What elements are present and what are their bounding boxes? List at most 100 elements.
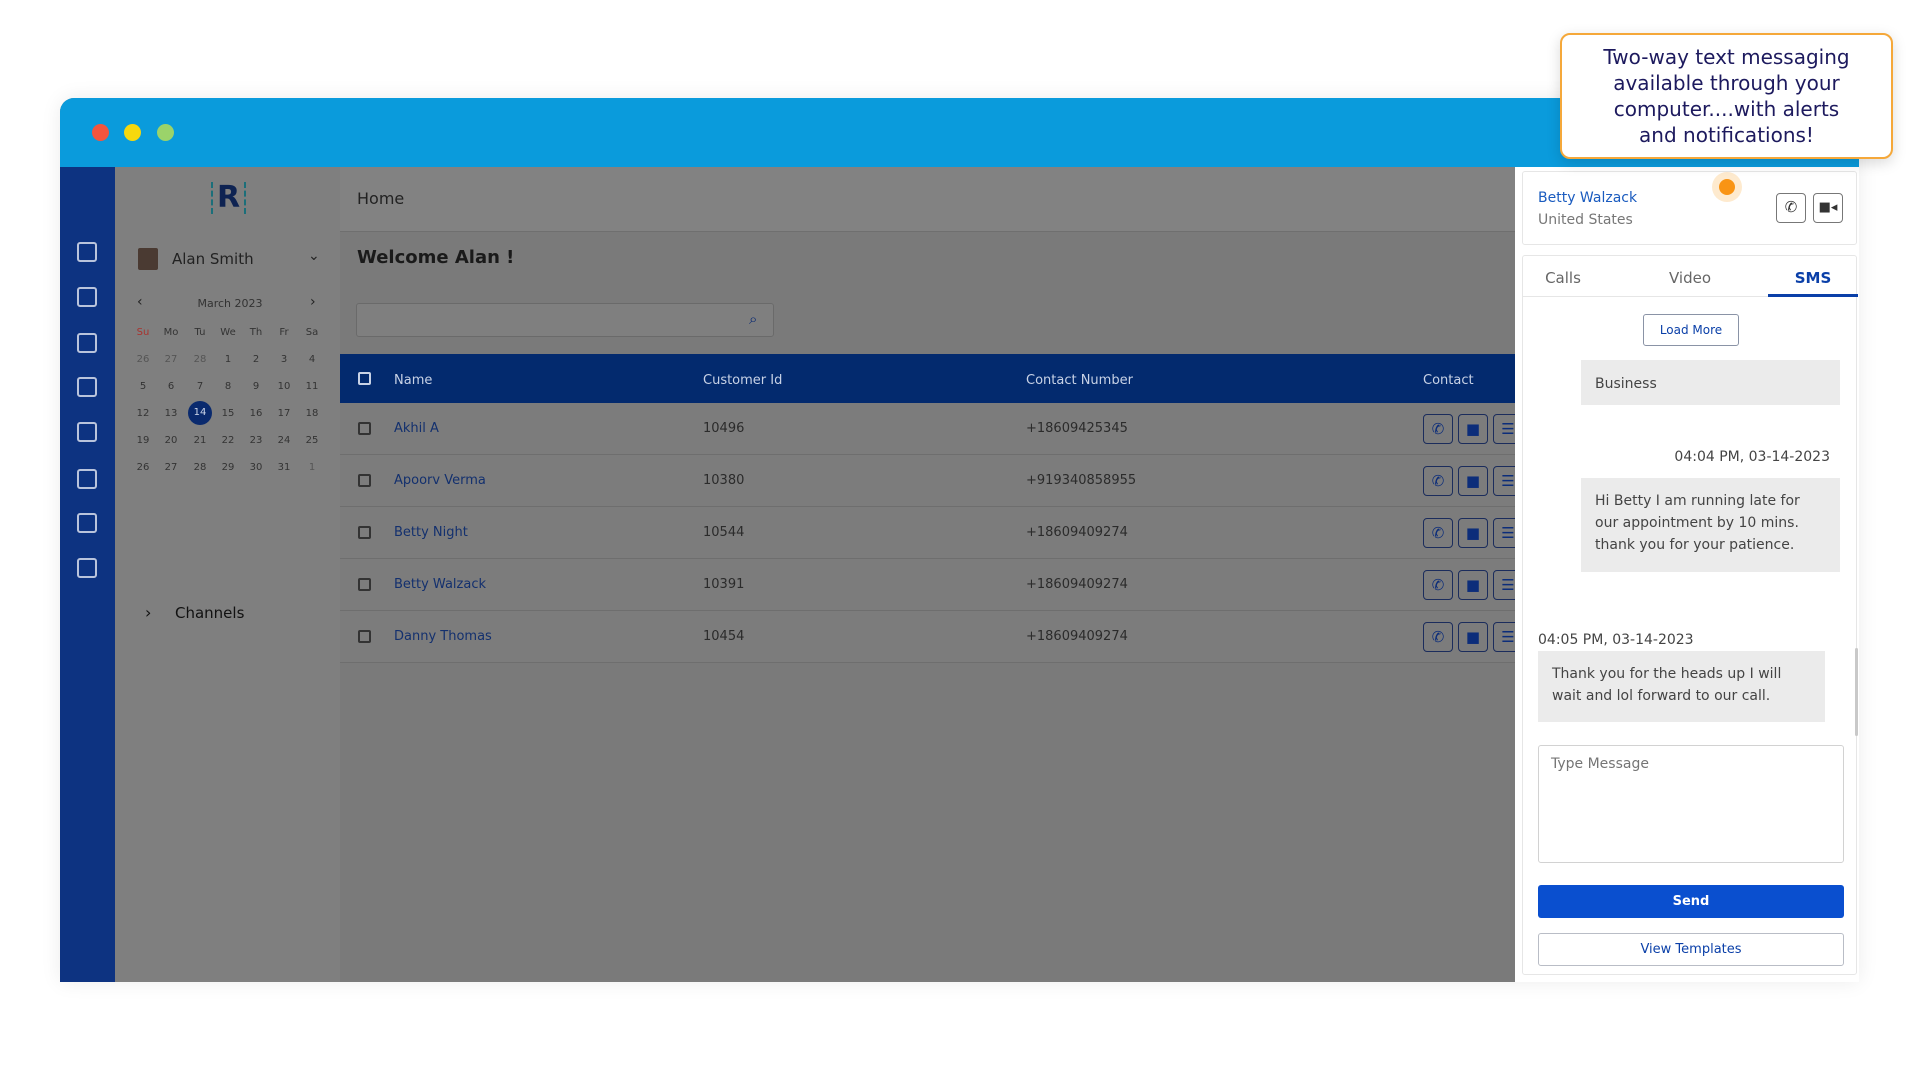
calendar-day[interactable]: 12 xyxy=(131,408,155,419)
row-checkbox[interactable] xyxy=(358,526,371,539)
calendar-check-icon[interactable] xyxy=(77,287,97,307)
calendar-day[interactable]: 21 xyxy=(188,435,212,446)
column-customer-id[interactable]: Customer Id xyxy=(703,373,782,388)
calendar-day[interactable]: 20 xyxy=(159,435,183,446)
reports-icon[interactable] xyxy=(77,558,97,578)
calendar-day[interactable]: 1 xyxy=(216,354,240,365)
video-call-button[interactable]: ■◂ xyxy=(1813,193,1843,223)
settings-icon[interactable] xyxy=(77,513,97,533)
calendar-day[interactable]: 23 xyxy=(244,435,268,446)
calendar-day[interactable]: 27 xyxy=(159,354,183,365)
video-icon: ■◂ xyxy=(1818,200,1838,215)
video-call-button[interactable]: ■ xyxy=(1458,622,1488,652)
call-button[interactable]: ✆ xyxy=(1776,193,1806,223)
view-templates-button[interactable]: View Templates xyxy=(1538,933,1844,966)
message-bubble-outgoing: Hi Betty I am running late for our appoi… xyxy=(1581,478,1840,572)
customer-name-link[interactable]: Apoorv Verma xyxy=(394,473,486,488)
column-contact-number[interactable]: Contact Number xyxy=(1026,373,1133,388)
calendar-day[interactable]: 13 xyxy=(159,408,183,419)
weekday-label: Mo xyxy=(163,327,179,338)
prev-month-button[interactable]: ‹ xyxy=(137,294,143,310)
customer-name-link[interactable]: Betty Walzack xyxy=(394,577,486,592)
calendar-day[interactable]: 14 xyxy=(188,401,212,425)
calendar-day[interactable]: 9 xyxy=(244,381,268,392)
call-button[interactable]: ✆ xyxy=(1423,518,1453,548)
calendar-day[interactable]: 1 xyxy=(300,462,324,473)
calendar-day[interactable]: 2 xyxy=(244,354,268,365)
call-button[interactable]: ✆ xyxy=(1423,466,1453,496)
row-checkbox[interactable] xyxy=(358,474,371,487)
calendar-day[interactable]: 31 xyxy=(272,462,296,473)
video-call-button[interactable]: ■ xyxy=(1458,466,1488,496)
row-checkbox[interactable] xyxy=(358,630,371,643)
customer-name-link[interactable]: Akhil A xyxy=(394,421,439,436)
tab-calls[interactable]: Calls xyxy=(1513,269,1613,287)
table-header: Name Customer Id Contact Number Contact xyxy=(340,354,1515,403)
user-selector[interactable]: Alan Smith ⌄ xyxy=(130,242,325,274)
customer-id: 10391 xyxy=(703,577,745,592)
calendar-day[interactable]: 17 xyxy=(272,408,296,419)
search-icon[interactable]: ⌕ xyxy=(749,310,757,328)
calendar-day[interactable]: 22 xyxy=(216,435,240,446)
calendar-day[interactable]: 11 xyxy=(300,381,324,392)
call-button[interactable]: ✆ xyxy=(1423,414,1453,444)
dashboard-icon[interactable] xyxy=(77,242,97,262)
close-window-button[interactable] xyxy=(92,124,109,141)
calendar-day[interactable]: 15 xyxy=(216,408,240,419)
tab-sms[interactable]: SMS xyxy=(1768,269,1858,297)
calendar-month: March 2023 xyxy=(197,297,263,310)
avatar xyxy=(138,248,158,270)
contact-number: +18609409274 xyxy=(1026,629,1128,644)
calendar-day[interactable]: 25 xyxy=(300,435,324,446)
calendar-day[interactable]: 4 xyxy=(300,354,324,365)
message-input[interactable] xyxy=(1538,745,1844,863)
calendar-day[interactable]: 8 xyxy=(216,381,240,392)
customer-name-link[interactable]: Betty Night xyxy=(394,525,468,540)
calendar-day[interactable]: 27 xyxy=(159,462,183,473)
call-icon: ✆ xyxy=(1431,576,1445,594)
send-button[interactable]: Send xyxy=(1538,885,1844,918)
user-settings-icon[interactable] xyxy=(77,469,97,489)
calendar-day[interactable]: 30 xyxy=(244,462,268,473)
calendar-day[interactable]: 26 xyxy=(131,462,155,473)
calendar-day[interactable]: 18 xyxy=(300,408,324,419)
video-call-button[interactable]: ■ xyxy=(1458,518,1488,548)
customer-name-link[interactable]: Danny Thomas xyxy=(394,629,492,644)
chevron-right-icon[interactable]: › xyxy=(145,603,151,622)
select-all-checkbox[interactable] xyxy=(358,372,371,385)
calendar-day[interactable]: 29 xyxy=(216,462,240,473)
call-button[interactable]: ✆ xyxy=(1423,570,1453,600)
clipboard-check-icon[interactable] xyxy=(77,422,97,442)
load-more-button[interactable]: Load More xyxy=(1643,314,1739,346)
row-checkbox[interactable] xyxy=(358,422,371,435)
tab-video[interactable]: Video xyxy=(1640,269,1740,287)
row-checkbox[interactable] xyxy=(358,578,371,591)
weekday-label: Sa xyxy=(305,327,319,338)
users-icon[interactable] xyxy=(77,333,97,353)
calendar-day[interactable]: 3 xyxy=(272,354,296,365)
page-title: Welcome Alan ! xyxy=(357,247,515,268)
search-input[interactable]: ⌕ xyxy=(356,303,774,337)
column-name[interactable]: Name xyxy=(394,373,432,388)
calendar-day[interactable]: 10 xyxy=(272,381,296,392)
calendar-day[interactable]: 24 xyxy=(272,435,296,446)
calendar-icon[interactable] xyxy=(77,377,97,397)
calendar-day[interactable]: 5 xyxy=(131,381,155,392)
calendar-day[interactable]: 16 xyxy=(244,408,268,419)
call-icon: ✆ xyxy=(1431,524,1445,542)
call-button[interactable]: ✆ xyxy=(1423,622,1453,652)
next-month-button[interactable]: › xyxy=(310,294,316,310)
calendar-day[interactable]: 7 xyxy=(188,381,212,392)
calendar-day[interactable]: 28 xyxy=(188,354,212,365)
contact-name[interactable]: Betty Walzack xyxy=(1538,190,1637,206)
maximize-window-button[interactable] xyxy=(157,124,174,141)
video-call-button[interactable]: ■ xyxy=(1458,570,1488,600)
calendar-day[interactable]: 26 xyxy=(131,354,155,365)
calendar-day[interactable]: 19 xyxy=(131,435,155,446)
channels-toggle[interactable]: Channels xyxy=(175,604,244,622)
video-call-button[interactable]: ■ xyxy=(1458,414,1488,444)
calendar-day[interactable]: 6 xyxy=(159,381,183,392)
minimize-window-button[interactable] xyxy=(124,124,141,141)
scrollbar[interactable] xyxy=(1855,648,1858,736)
calendar-day[interactable]: 28 xyxy=(188,462,212,473)
